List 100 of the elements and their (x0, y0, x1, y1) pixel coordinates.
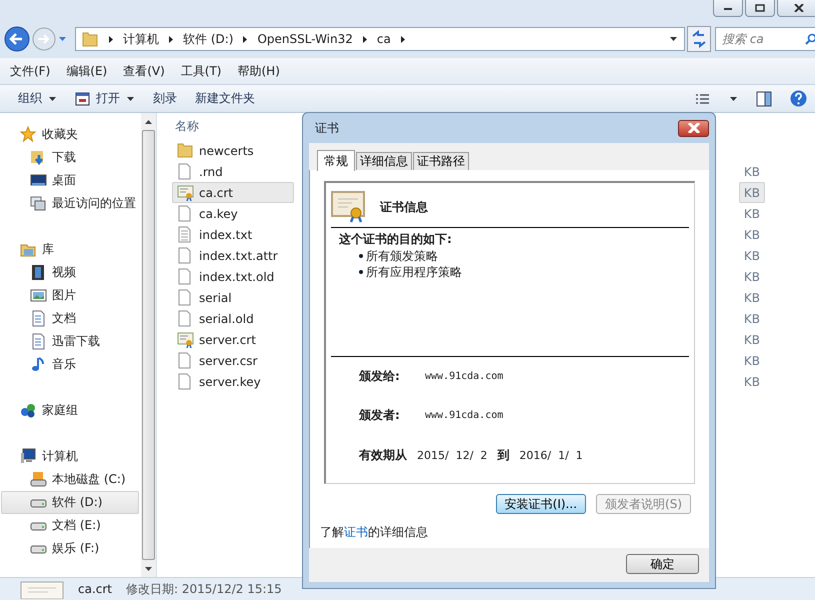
help-icon[interactable] (790, 90, 807, 107)
file-item[interactable]: ca.key (172, 203, 299, 224)
tab[interactable]: 详细信息 (356, 152, 412, 170)
menu-item[interactable]: 编辑(E) (66, 62, 108, 80)
minimize-button[interactable] (713, 0, 743, 17)
file-size: KB (742, 352, 761, 370)
document-icon (30, 310, 47, 327)
preview-pane-button[interactable] (756, 90, 772, 106)
nav-item[interactable]: 文档 (4, 307, 139, 330)
menu-item[interactable]: 工具(T) (180, 62, 222, 80)
purpose-item: 所有应用程序策略 (366, 264, 462, 280)
toolbar-button[interactable]: 组织 (18, 90, 57, 107)
chevron-icon (360, 34, 369, 44)
file-item[interactable]: ca.crt (172, 182, 294, 203)
folder-icon (177, 142, 194, 159)
nav-item[interactable]: 音乐 (4, 353, 139, 376)
maximize-icon (755, 4, 765, 12)
field-label: 有效期从 (359, 446, 407, 464)
file-item[interactable]: index.txt (172, 224, 314, 245)
chevron-icon (107, 34, 115, 44)
menu-item[interactable]: 查看(V) (123, 62, 165, 80)
nav-item[interactable]: 文档 (E:) (4, 514, 139, 537)
field-label: 到 (497, 446, 510, 464)
purpose-item: 所有颁发策略 (366, 248, 438, 264)
nav-item[interactable]: 桌面 (4, 169, 139, 192)
purpose-heading: 这个证书的目的如下: (338, 231, 453, 248)
close-icon (686, 123, 700, 133)
file-size: KB (742, 332, 761, 348)
dropdown-arrow-icon[interactable] (729, 94, 738, 102)
file-size: KB (742, 374, 761, 390)
toolbar-button[interactable]: 打开 (75, 90, 135, 107)
field-label: 颁发给: (359, 368, 401, 385)
toolbar-button[interactable]: 新建文件夹 (195, 90, 255, 107)
view-options-button[interactable] (695, 92, 711, 104)
nav-section[interactable]: 收藏夹 (4, 123, 141, 146)
recent-pages-dropdown[interactable] (58, 35, 67, 43)
file-item[interactable]: serial.old (172, 308, 315, 329)
chevron-icon (398, 34, 407, 44)
scroll-down-icon[interactable] (145, 566, 152, 570)
file-item[interactable]: server.key (172, 371, 322, 392)
dropdown-arrow-icon[interactable] (669, 35, 678, 43)
file-item[interactable]: .rnd (172, 161, 284, 182)
close-button[interactable] (678, 120, 709, 136)
bullet-icon (359, 254, 363, 258)
breadcrumb-item[interactable]: 计算机 (123, 30, 159, 48)
menu-item[interactable]: 帮助(H) (238, 62, 280, 80)
maximize-button[interactable] (745, 0, 775, 17)
refresh-button[interactable] (687, 26, 711, 52)
dialog-button[interactable]: 安装证书(I)... (496, 494, 586, 514)
modified-date: 修改日期: 2015/12/2 15:15 (126, 580, 282, 598)
file-item[interactable]: serial (172, 287, 293, 308)
search-field[interactable]: 搜索 ca (715, 27, 815, 51)
certificate-icon (177, 331, 194, 348)
picture-icon (30, 287, 47, 304)
toolbar-button[interactable]: 刻录 (153, 90, 177, 107)
dropdown-arrow-icon (126, 94, 135, 102)
date-value: 2016/ 1/ 1 (519, 448, 583, 462)
scroll-up-icon[interactable] (145, 120, 152, 124)
menu-item[interactable]: 文件(F) (10, 62, 50, 80)
nav-item[interactable]: 本地磁盘 (C:) (4, 468, 139, 491)
file-item[interactable]: index.txt.attr (172, 245, 339, 266)
scrollbar[interactable] (141, 113, 156, 577)
address-bar[interactable]: 计算机 软件 (D:) OpenSSL-Win32 ca (75, 27, 685, 51)
file-item[interactable]: index.txt.old (172, 266, 336, 287)
nav-item[interactable]: 娱乐 (F:) (4, 537, 139, 560)
file-size: KB (738, 182, 765, 203)
tab[interactable]: 证书路径 (413, 152, 469, 170)
chevron-icon (241, 34, 250, 44)
nav-item[interactable]: 软件 (D:) (1, 491, 139, 514)
close-button[interactable] (777, 0, 815, 17)
breadcrumb-item[interactable]: 软件 (D:) (183, 30, 234, 48)
nav-item[interactable]: 迅雷下载 (4, 330, 139, 353)
close-icon (794, 4, 804, 12)
certificate-link[interactable]: 证书 (344, 525, 368, 539)
file-item[interactable]: server.csr (172, 350, 318, 371)
info-sentence: 了解证书的详细信息 (319, 524, 429, 541)
breadcrumb-item[interactable]: ca (376, 32, 391, 46)
date-value: 2015/ 12/ 2 (417, 448, 488, 462)
nav-item[interactable]: 最近访问的位置 (4, 192, 139, 215)
ok-button[interactable]: 确定 (626, 554, 699, 574)
file-size: KB (742, 290, 761, 306)
tab[interactable]: 常规 (317, 150, 355, 171)
nav-item[interactable]: 图片 (4, 284, 139, 307)
nav-item[interactable]: 视频 (4, 261, 139, 284)
nav-section[interactable]: 库 (4, 238, 141, 261)
certificate-thumbnail (20, 579, 64, 599)
chevron-icon (167, 34, 175, 44)
file-item[interactable]: server.crt (172, 329, 317, 350)
nav-section[interactable]: 计算机 (4, 445, 141, 468)
nav-item[interactable]: 下载 (4, 146, 139, 169)
file-size: KB (742, 248, 761, 264)
film-icon (30, 264, 47, 281)
file-item[interactable]: newcerts (172, 140, 315, 161)
breadcrumb-item[interactable]: OpenSSL-Win32 (257, 32, 353, 46)
certificate-icon (177, 184, 194, 201)
nav-section[interactable]: 家庭组 (4, 399, 141, 422)
folder-icon (82, 30, 99, 48)
back-button[interactable] (4, 26, 30, 52)
file-name: ca.crt (78, 582, 112, 596)
homegroup-icon (20, 402, 37, 419)
